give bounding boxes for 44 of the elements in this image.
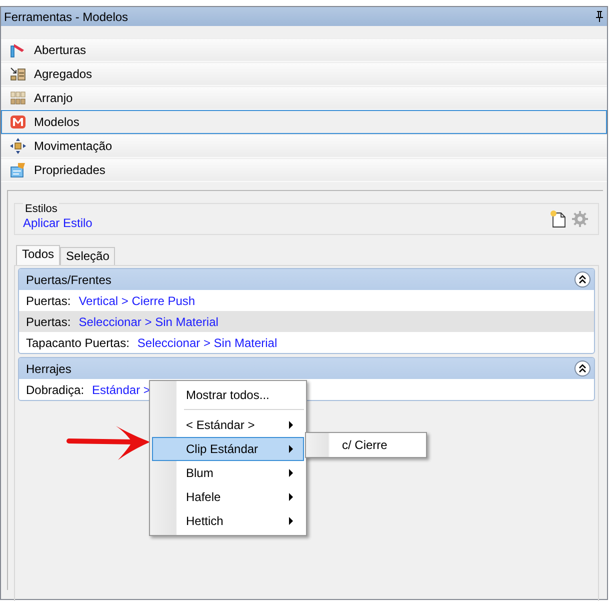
- nav-item[interactable]: Agregados: [1, 62, 607, 86]
- submenu-arrow-icon: [289, 517, 293, 525]
- move-icon: [10, 138, 26, 154]
- panel-title: Ferramentas - Modelos: [4, 10, 128, 24]
- submenu-arrow-icon: [289, 445, 293, 453]
- nav-item[interactable]: Modelos: [1, 110, 607, 134]
- nav-item[interactable]: Movimentação: [1, 134, 607, 158]
- pin-icon[interactable]: [596, 11, 603, 22]
- submenu-arrow-icon: [289, 493, 293, 501]
- new-document-icon[interactable]: [550, 210, 566, 228]
- menu-item[interactable]: < Estándar >: [152, 413, 304, 437]
- menu-item[interactable]: Blum: [152, 461, 304, 485]
- group-title: Puertas/Frentes: [26, 272, 112, 286]
- menu-item[interactable]: Hettich: [152, 509, 304, 533]
- cabinet-icon: [10, 66, 26, 82]
- selected-row[interactable]: Puertas: Seleccionar > Sin Material: [19, 311, 594, 332]
- nav-item[interactable]: Aberturas: [1, 38, 607, 62]
- menu-item[interactable]: Mostrar todos...: [152, 383, 304, 407]
- group-header[interactable]: Puertas/Frentes: [19, 269, 594, 290]
- property-value-link[interactable]: Seleccionar > Sin Material: [137, 336, 278, 350]
- flag-icon: [10, 42, 26, 58]
- nav-item[interactable]: Propriedades: [1, 158, 607, 182]
- property-label: Dobradiça:: [26, 382, 84, 396]
- blocks-icon: [10, 90, 26, 106]
- property-label: Puertas:: [26, 294, 71, 308]
- apply-style-link[interactable]: Aplicar Estilo: [23, 216, 92, 230]
- property-value-link[interactable]: Vertical > Cierre Push: [78, 294, 196, 308]
- menu-item[interactable]: Hafele: [152, 485, 304, 509]
- menu-item[interactable]: Clip Estándar: [152, 437, 304, 461]
- submenu-arrow-icon: [289, 421, 293, 429]
- tab[interactable]: Todos: [16, 245, 60, 265]
- letter-m-icon: [10, 114, 26, 130]
- group-header[interactable]: Herrajes: [19, 358, 594, 379]
- menu-item[interactable]: c/ Cierre: [308, 435, 424, 455]
- collapse-icon[interactable]: [574, 360, 591, 377]
- group-title: Herrajes: [26, 362, 72, 376]
- nav-item[interactable]: Arranjo: [1, 86, 607, 110]
- property-label: Tapacanto Puertas:: [26, 336, 130, 350]
- collapse-icon[interactable]: [574, 271, 591, 288]
- tab[interactable]: Seleção: [60, 247, 116, 265]
- submenu-arrow-icon: [289, 469, 293, 477]
- properties-icon: [10, 162, 26, 178]
- property-label: Puertas:: [26, 314, 71, 328]
- property-value-link[interactable]: Seleccionar > Sin Material: [78, 314, 218, 328]
